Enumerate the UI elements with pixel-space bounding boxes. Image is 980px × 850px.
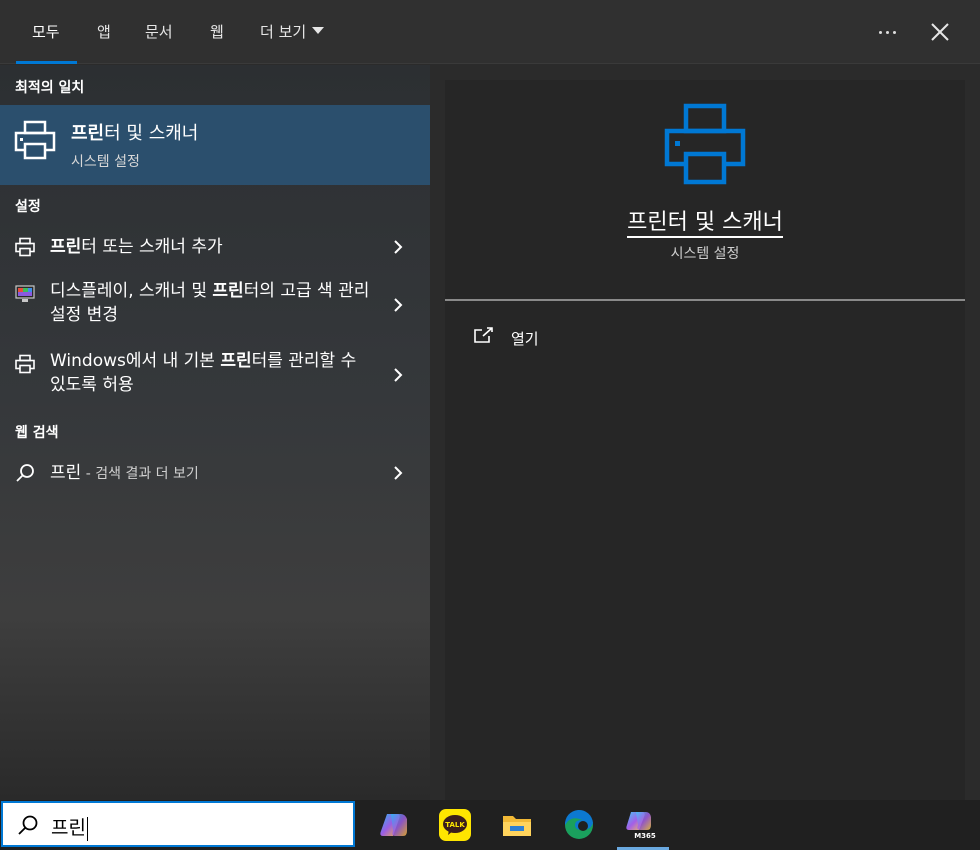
settings-result-label: 프린터 또는 스캐너 추가	[50, 237, 223, 257]
chevron-right-icon	[394, 466, 403, 480]
more-options-button[interactable]	[870, 16, 904, 48]
edge-icon[interactable]	[562, 808, 596, 842]
open-external-icon	[474, 327, 493, 343]
web-search-result-label: 프린 - 검색 결과 더 보기	[50, 463, 199, 483]
settings-result-add-printer[interactable]: 프린터 또는 스캐너 추가	[0, 225, 430, 269]
open-button[interactable]: 열기	[473, 326, 673, 350]
results-panel: 최적의 일치 프린터 및 스캐너 시스템 설정 설정 프린터 또는 스캐너 추가	[0, 65, 430, 800]
printer-icon	[14, 120, 56, 160]
printer-icon	[15, 354, 35, 374]
detail-title[interactable]: 프린터 및 스캐너	[445, 204, 965, 238]
tab-apps[interactable]: 앱	[97, 0, 111, 64]
taskbar: 프린 TALK M365	[0, 800, 980, 850]
svg-text:TALK: TALK	[445, 821, 465, 829]
chevron-right-icon	[394, 368, 403, 382]
section-settings: 설정	[15, 199, 41, 215]
display-color-icon	[15, 285, 35, 302]
tab-all[interactable]: 모두	[16, 0, 77, 64]
open-label: 열기	[511, 330, 539, 348]
settings-result-label: Windows에서 내 기본 프린터를 관리할 수 있도록 허용	[50, 351, 357, 395]
tab-web[interactable]: 웹	[210, 0, 224, 64]
section-web-search: 웹 검색	[15, 425, 59, 441]
search-icon	[18, 815, 38, 835]
detail-panel: 프린터 및 스캐너 시스템 설정 열기	[445, 80, 965, 800]
search-icon	[16, 464, 34, 482]
chevron-right-icon	[394, 240, 403, 254]
best-match-subtitle: 시스템 설정	[71, 154, 140, 170]
tab-all-label: 모두	[32, 23, 60, 41]
tab-more-label: 더 보기	[260, 23, 307, 41]
tab-documents[interactable]: 문서	[145, 0, 173, 64]
tab-web-label: 웹	[210, 23, 224, 41]
printer-icon	[15, 237, 35, 257]
svg-text:M365: M365	[634, 832, 656, 840]
active-tab-indicator	[16, 61, 77, 64]
web-search-result[interactable]: 프린 - 검색 결과 더 보기	[0, 451, 430, 495]
text-cursor	[86, 816, 88, 841]
settings-result-color-management[interactable]: 디스플레이, 스캐너 및 프린터의 고급 색 관리 설정 변경	[0, 275, 430, 335]
tab-documents-label: 문서	[145, 23, 173, 41]
search-input[interactable]: 프린	[1, 801, 355, 847]
close-icon	[931, 23, 949, 41]
close-button[interactable]	[924, 16, 956, 48]
tab-more[interactable]: 더 보기	[260, 0, 325, 64]
section-best-match: 최적의 일치	[15, 80, 85, 96]
best-match-title: 프린터 및 스캐너	[71, 123, 199, 144]
kakaotalk-icon[interactable]: TALK	[438, 808, 472, 842]
chevron-down-icon	[312, 27, 325, 34]
divider	[445, 299, 965, 301]
best-match-item[interactable]: 프린터 및 스캐너 시스템 설정	[0, 105, 430, 185]
detail-subtitle: 시스템 설정	[670, 246, 740, 262]
search-tabs-bar: 모두 앱 문서 웹 더 보기	[0, 0, 980, 64]
tab-apps-label: 앱	[97, 23, 111, 41]
search-input-value: 프린	[51, 816, 88, 841]
settings-result-default-printer[interactable]: Windows에서 내 기본 프린터를 관리할 수 있도록 허용	[0, 345, 430, 405]
m365-copilot-icon[interactable]: M365	[624, 808, 658, 842]
chevron-right-icon	[394, 298, 403, 312]
settings-result-label: 디스플레이, 스캐너 및 프린터의 고급 색 관리 설정 변경	[50, 281, 370, 325]
file-explorer-icon[interactable]	[500, 808, 534, 842]
printer-icon	[664, 103, 746, 185]
copilot-icon[interactable]	[377, 808, 411, 842]
